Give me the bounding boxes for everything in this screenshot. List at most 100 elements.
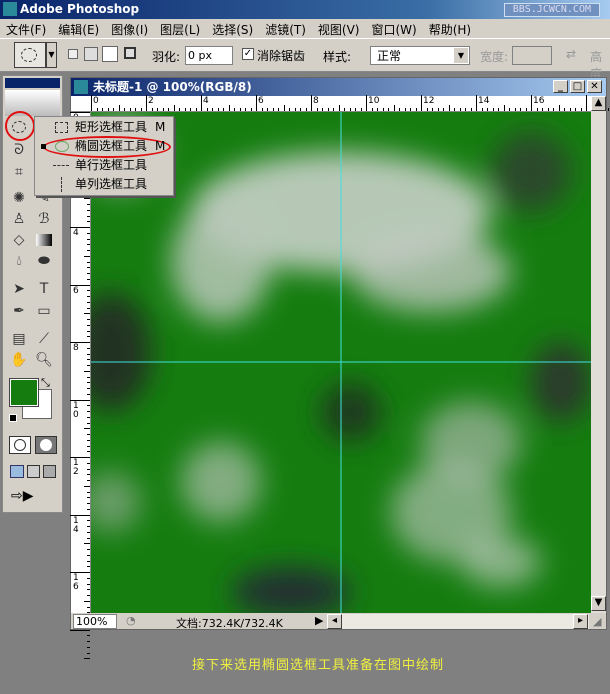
- healing-brush-tool[interactable]: ✺: [8, 188, 30, 208]
- scroll-right-button[interactable]: ▸: [573, 614, 588, 629]
- vertical-scrollbar[interactable]: ▲ ▼: [591, 96, 606, 613]
- add-selection-icon[interactable]: [84, 47, 98, 61]
- ruler-tick: [399, 108, 400, 111]
- scroll-left-button[interactable]: ◂: [327, 614, 342, 629]
- ruler-tick: [87, 347, 90, 349]
- feather-input[interactable]: 0 px: [185, 46, 233, 65]
- menu-help[interactable]: 帮助(H): [423, 19, 477, 38]
- menu-item-single-row-marquee[interactable]: 单行选框工具: [35, 156, 175, 175]
- new-selection-icon[interactable]: [68, 49, 78, 59]
- resize-grip-icon[interactable]: ◢: [593, 615, 601, 628]
- eyedropper-tool[interactable]: ⟋: [33, 329, 55, 349]
- menu-layer[interactable]: 图层(L): [154, 19, 206, 38]
- document-title: 未标题-1 @ 100%(RGB/8): [93, 80, 252, 94]
- status-menu-arrow[interactable]: ▶: [315, 614, 323, 627]
- intersect-selection-icon[interactable]: [124, 47, 136, 59]
- doc-info: 文档:732.4K/732.4K: [176, 617, 283, 630]
- swap-icon[interactable]: ⇄: [566, 47, 576, 61]
- jump-to-imageready-icon[interactable]: ⇨▶: [11, 488, 53, 506]
- ruler-tick: [84, 543, 90, 545]
- ruler-tick: [289, 108, 290, 111]
- menu-file[interactable]: 文件(F): [0, 19, 52, 38]
- clone-stamp-tool[interactable]: ♙: [8, 209, 30, 229]
- ruler-tick: [87, 330, 90, 332]
- menu-view[interactable]: 视图(V): [312, 19, 366, 38]
- ruler-tick: [487, 108, 488, 111]
- dodge-tool[interactable]: ⬬: [33, 251, 55, 271]
- lasso-tool[interactable]: ᘐ: [8, 140, 30, 160]
- ruler-tick: [87, 497, 90, 499]
- ruler-tick: [283, 105, 285, 111]
- ruler-label: 8: [73, 343, 79, 353]
- ruler-tick: [179, 108, 180, 111]
- ellipse-marquee-tool[interactable]: [8, 118, 30, 138]
- ruler-tick: [393, 105, 395, 111]
- menu-select[interactable]: 选择(S): [206, 19, 259, 38]
- notes-tool[interactable]: ▤: [8, 329, 30, 349]
- horizontal-scrollbar[interactable]: ◂ ▸: [327, 614, 589, 629]
- foreground-color-swatch[interactable]: [9, 378, 39, 407]
- pen-tool[interactable]: ✒: [8, 301, 30, 321]
- type-tool[interactable]: T: [33, 279, 55, 299]
- photoshop-logo-icon: [3, 2, 17, 16]
- zoom-tool[interactable]: 🔍︎: [33, 350, 55, 370]
- tool-preset-picker[interactable]: ▼: [14, 42, 57, 68]
- style-select[interactable]: 正常 ▼: [370, 46, 470, 65]
- ruler-tick: [87, 508, 90, 510]
- ruler-tick: [261, 108, 263, 111]
- menu-window[interactable]: 窗口(W): [365, 19, 422, 38]
- ruler-tick: [87, 393, 90, 395]
- ruler-tick: [426, 108, 428, 111]
- zoom-input[interactable]: 100%: [73, 614, 117, 629]
- close-button[interactable]: ✕: [587, 80, 602, 93]
- ruler-tick: [503, 105, 505, 111]
- blur-tool[interactable]: 💧︎: [8, 251, 30, 271]
- menu-item-ellipse-marquee[interactable]: 椭圆选框工具 M: [35, 137, 175, 156]
- subtract-selection-icon[interactable]: [102, 46, 118, 62]
- scroll-down-button[interactable]: ▼: [591, 596, 606, 611]
- menu-item-single-column-marquee[interactable]: 单列选框工具: [35, 175, 175, 194]
- ruler-tick: [87, 324, 90, 326]
- menu-image[interactable]: 图像(I): [105, 19, 154, 38]
- ruler-tick: [239, 108, 241, 111]
- screen-mode-full-menu[interactable]: [27, 465, 40, 478]
- ruler-tick: [87, 221, 90, 223]
- menu-edit[interactable]: 编辑(E): [52, 19, 105, 38]
- ruler-label: 16: [73, 573, 79, 592]
- screen-mode-standard[interactable]: [10, 465, 24, 478]
- screen-mode-full[interactable]: [43, 465, 56, 478]
- ruler-tick: [531, 95, 532, 111]
- ruler-tick: [509, 108, 510, 111]
- width-input[interactable]: [512, 46, 552, 65]
- standard-mode-button[interactable]: [9, 436, 31, 454]
- chevron-down-icon[interactable]: ▼: [454, 48, 468, 63]
- crop-tool[interactable]: ⌗: [8, 162, 30, 182]
- width-label: 宽度:: [480, 50, 509, 64]
- minimize-button[interactable]: _: [553, 80, 568, 93]
- ruler-tick: [87, 376, 90, 378]
- toolbox-header: [5, 78, 60, 88]
- ruler-label: 0: [93, 96, 99, 106]
- menu-item-rect-marquee[interactable]: 矩形选框工具 M: [35, 118, 175, 137]
- move-tool[interactable]: ➤: [8, 279, 30, 299]
- history-brush-tool[interactable]: ℬ: [33, 209, 55, 229]
- menu-filter[interactable]: 滤镜(T): [259, 19, 312, 38]
- default-colors-icon[interactable]: [9, 414, 17, 422]
- quick-mask-button[interactable]: [35, 436, 57, 454]
- ruler-tick: [87, 549, 90, 550]
- scroll-up-button[interactable]: ▲: [591, 96, 606, 111]
- maximize-button[interactable]: □: [570, 80, 585, 93]
- hand-tool[interactable]: ✋: [8, 350, 30, 370]
- gradient-tool[interactable]: [33, 230, 55, 250]
- eraser-tool[interactable]: ◇: [8, 230, 30, 250]
- chevron-down-icon[interactable]: ▼: [46, 42, 57, 68]
- antialias-checkbox[interactable]: ✓: [242, 48, 254, 60]
- ruler-tick: [360, 108, 362, 111]
- ruler-tick: [87, 439, 90, 441]
- swap-colors-icon[interactable]: ⤡: [41, 376, 50, 390]
- shape-tool[interactable]: ▭: [33, 301, 55, 321]
- ruler-tick: [267, 108, 268, 111]
- ruler-tick: [157, 108, 158, 111]
- ruler-tick: [87, 307, 90, 309]
- ruler-tick: [212, 108, 213, 111]
